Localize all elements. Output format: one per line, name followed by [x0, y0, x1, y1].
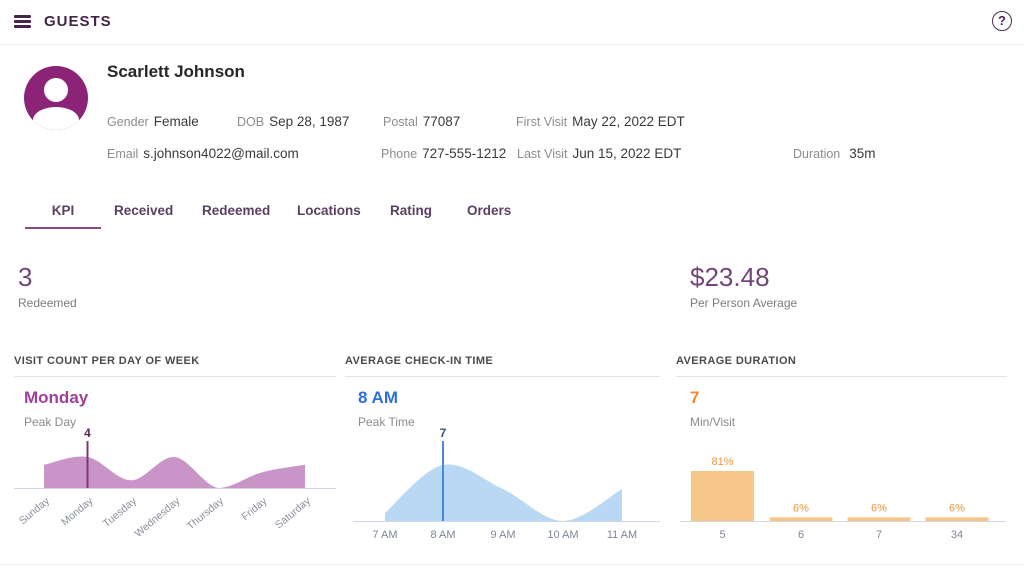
svg-text:4: 4	[84, 426, 91, 440]
peak-day-value: Monday	[24, 388, 88, 408]
svg-text:7 AM: 7 AM	[372, 529, 397, 541]
active-tab-underline	[25, 227, 101, 229]
section-checkin-time: AVERAGE CHECK-IN TIME	[345, 355, 660, 377]
tab-kpi[interactable]: KPI	[25, 203, 101, 218]
svg-text:81%: 81%	[711, 456, 733, 468]
field-phone: Phone727-555-1212	[381, 146, 506, 161]
svg-text:7: 7	[876, 529, 882, 541]
tab-orders[interactable]: Orders	[467, 203, 511, 218]
tab-received[interactable]: Received	[114, 203, 173, 218]
svg-text:10 AM: 10 AM	[547, 529, 578, 541]
field-postal: Postal77087	[383, 114, 460, 129]
section-average-duration: AVERAGE DURATION	[676, 355, 1007, 377]
svg-text:7: 7	[440, 426, 447, 440]
svg-text:Tuesday: Tuesday	[101, 495, 140, 530]
svg-text:5: 5	[719, 529, 725, 541]
field-gender: GenderFemale	[107, 114, 199, 129]
tab-redeemed[interactable]: Redeemed	[202, 203, 270, 218]
svg-text:6: 6	[798, 529, 804, 541]
hamburger-menu-icon[interactable]	[14, 15, 31, 29]
field-first-visit: First VisitMay 22, 2022 EDT	[516, 114, 685, 129]
help-icon[interactable]: ?	[992, 11, 1012, 31]
duration-bar-chart: 81% 5 6% 6 6% 7 6% 34	[676, 426, 1010, 542]
stat-average-label: Per Person Average	[690, 296, 797, 310]
svg-text:11 AM: 11 AM	[607, 529, 637, 541]
section-visit-count: VISIT COUNT PER DAY OF WEEK	[14, 355, 336, 377]
page-title: GUESTS	[44, 13, 112, 30]
field-dob: DOBSep 28, 1987	[237, 114, 349, 129]
field-email: Emails.johnson4022@mail.com	[107, 146, 299, 161]
top-bar: GUESTS ?	[0, 0, 1024, 45]
visit-count-chart: 4 SundayMondayTuesdayWednesdayThursday Fri…	[14, 426, 336, 542]
svg-text:6%: 6%	[871, 502, 887, 514]
stat-average-value: $23.48	[690, 262, 770, 293]
avatar	[24, 66, 88, 130]
svg-text:6%: 6%	[793, 502, 809, 514]
svg-text:Sunday: Sunday	[17, 495, 53, 528]
guest-name: Scarlett Johnson	[107, 62, 245, 82]
tab-rating[interactable]: Rating	[390, 203, 432, 218]
svg-text:Wednesday: Wednesday	[132, 495, 183, 540]
bottom-divider	[0, 564, 1024, 565]
person-icon	[44, 78, 68, 102]
field-last-visit: Last VisitJun 15, 2022 EDT	[517, 146, 681, 161]
min-per-visit-value: 7	[690, 388, 699, 408]
stat-redeemed-value: 3	[18, 262, 32, 293]
field-duration: Duration35m	[793, 146, 876, 161]
svg-text:Saturday: Saturday	[273, 495, 313, 532]
stat-redeemed-label: Redeemed	[18, 296, 77, 310]
svg-text:9 AM: 9 AM	[490, 529, 515, 541]
svg-text:Thursday: Thursday	[185, 495, 227, 533]
svg-text:8 AM: 8 AM	[430, 529, 455, 541]
checkin-time-chart: 7 7 AM 8 AM 9 AM 10 AM 11 AM	[345, 426, 667, 542]
svg-text:Friday: Friday	[239, 495, 270, 523]
svg-text:Monday: Monday	[59, 495, 96, 529]
svg-text:6%: 6%	[949, 502, 965, 514]
peak-time-value: 8 AM	[358, 388, 398, 408]
svg-text:34: 34	[951, 529, 963, 541]
tab-locations[interactable]: Locations	[297, 203, 361, 218]
